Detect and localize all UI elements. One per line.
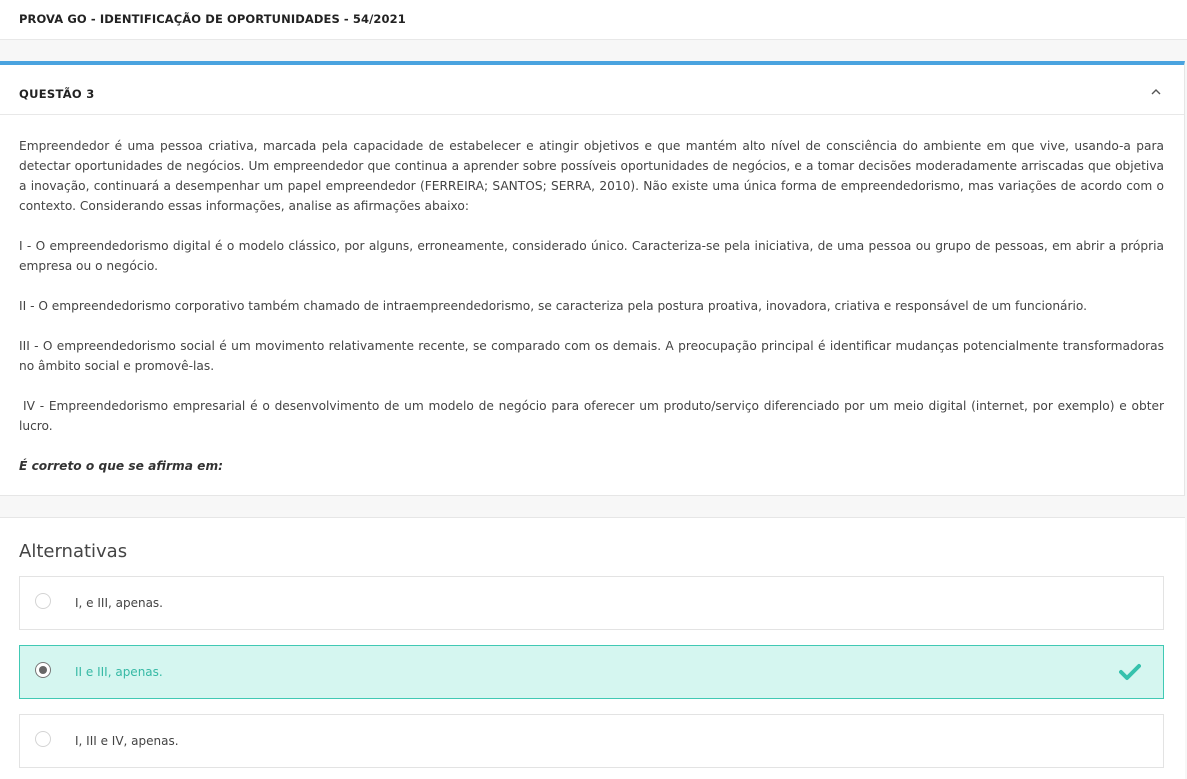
alternative-option-1[interactable]: I, e III, apenas. xyxy=(19,576,1164,630)
alternatives-heading: Alternativas xyxy=(19,541,128,562)
top-bar: PROVA GO - IDENTIFICAÇÃO DE OPORTUNIDADE… xyxy=(0,0,1187,40)
question-body: Empreendedor é uma pessoa criativa, marc… xyxy=(19,136,1164,496)
alternative-label: II e III, apenas. xyxy=(75,665,163,679)
statement-3: III - O empreendedorismo social é um mov… xyxy=(19,339,1164,373)
alternatives-section: Alternativas I, e III, apenas. II e III,… xyxy=(0,517,1185,779)
statement-1: I - O empreendedorismo digital é o model… xyxy=(19,239,1164,273)
chevron-up-icon[interactable] xyxy=(1150,87,1162,97)
question-title: QUESTÃO 3 xyxy=(19,87,95,101)
statement-2: II - O empreendedorismo corporativo tamb… xyxy=(19,299,1088,313)
statement-4: IV - Empreendedorismo empresarial é o de… xyxy=(19,399,1164,433)
checkmark-icon xyxy=(1119,664,1141,680)
question-card: QUESTÃO 3 Empreendedor é uma pessoa cria… xyxy=(0,61,1185,496)
question-prompt: É correto o que se afirma em: xyxy=(19,459,224,473)
question-intro: Empreendedor é uma pessoa criativa, marc… xyxy=(19,139,1164,213)
alternative-option-2[interactable]: II e III, apenas. xyxy=(19,645,1164,699)
alternative-label: I, e III, apenas. xyxy=(75,596,163,610)
alternative-label: I, III e IV, apenas. xyxy=(75,734,179,748)
question-header[interactable]: QUESTÃO 3 xyxy=(0,65,1184,115)
radio-button[interactable] xyxy=(35,593,51,609)
exam-title: PROVA GO - IDENTIFICAÇÃO DE OPORTUNIDADE… xyxy=(19,12,406,26)
alternative-option-3[interactable]: I, III e IV, apenas. xyxy=(19,714,1164,768)
radio-button[interactable] xyxy=(35,731,51,747)
radio-button-selected[interactable] xyxy=(35,662,51,678)
